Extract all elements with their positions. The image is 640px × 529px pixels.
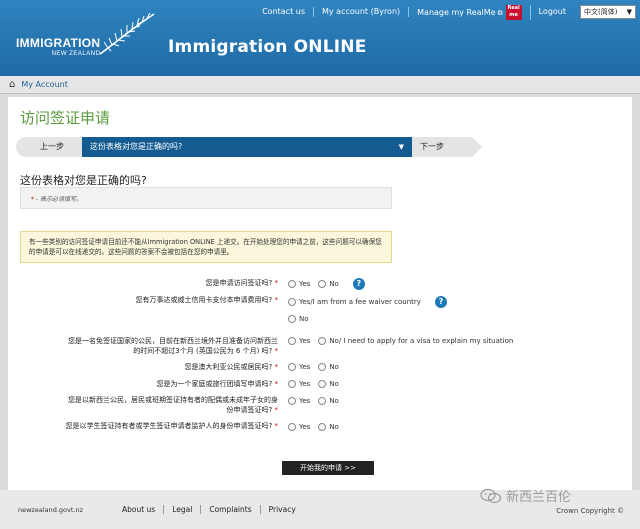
radio-no[interactable]: No xyxy=(288,315,309,323)
question-label: 您是为一个家庭或旅行团填写申请吗? * xyxy=(156,380,278,388)
radio-yes[interactable]: Yes xyxy=(288,363,310,371)
radio-no[interactable]: No xyxy=(318,280,339,288)
help-icon[interactable]: ? xyxy=(434,296,447,308)
account-bar: ⌂ My Account xyxy=(0,76,640,94)
question-options: Yes No/ I need to apply for a visa to ex… xyxy=(288,337,521,345)
step-select[interactable]: 这份表格对您是正确的吗? ▼ xyxy=(82,137,412,157)
question-options: Yes No xyxy=(288,397,347,405)
contact-link[interactable]: Contact us xyxy=(254,7,314,17)
language-select[interactable]: 中文(简体) ▼ xyxy=(580,5,636,19)
question-options: Yes No xyxy=(288,423,347,431)
footer-link-complaints[interactable]: Complaints xyxy=(201,505,261,514)
footer-link-legal[interactable]: Legal xyxy=(164,505,202,514)
footer-link-about[interactable]: About us xyxy=(122,505,165,514)
radio-yes[interactable]: Yes xyxy=(288,423,310,431)
question-label: 您有万事达或威士信用卡支付本申请费用吗? * xyxy=(135,296,278,304)
top-links: Contact us My account (Byron) Manage my … xyxy=(254,3,640,21)
language-value: 中文(简体) xyxy=(584,8,618,16)
question-label: 您是以学生签证持有者或学生签证申请者监护人的身份申请签证吗? * xyxy=(65,422,278,430)
question-label: 您是澳大利亚公民或居民吗? * xyxy=(184,363,278,371)
step-select-value: 这份表格对您是正确的吗? xyxy=(90,142,183,151)
manage-realme-label: Manage my RealMe xyxy=(417,7,496,17)
question-label: 您是申请访问签证吗? * xyxy=(205,279,278,287)
chevron-down-icon: ▼ xyxy=(398,143,404,151)
manage-realme-link[interactable]: Manage my RealMe ⧉Real me xyxy=(409,4,531,20)
required-star: * xyxy=(31,196,34,203)
my-account-link[interactable]: My account (Byron) xyxy=(314,7,410,17)
question-label: 您是一名免签证国家的公民，目前在新西兰境外并且准备访问新西兰的时间不超过3个月 … xyxy=(68,337,278,355)
section-heading: 这份表格对您是正确的吗? xyxy=(20,174,147,187)
question-options: No xyxy=(288,315,317,323)
radio-no[interactable]: No xyxy=(318,423,339,431)
required-note-text: 表示必须填写。 xyxy=(39,196,82,203)
radio-yes[interactable]: Yes xyxy=(288,280,310,288)
chevron-down-icon: ▼ xyxy=(626,8,632,16)
question-options: Yes No ? xyxy=(288,278,365,290)
footer-link-privacy[interactable]: Privacy xyxy=(261,505,304,514)
site-header: Contact us My account (Byron) Manage my … xyxy=(0,0,640,76)
next-step-button[interactable]: 下一步 xyxy=(412,137,482,157)
radio-no[interactable]: No/ I need to apply for a visa to explai… xyxy=(318,337,513,345)
question-options: Yes/I am from a fee waiver country ? xyxy=(288,296,447,308)
radio-yes[interactable]: Yes xyxy=(288,397,310,405)
my-account-breadcrumb[interactable]: My Account xyxy=(21,80,67,89)
footer-links: About us Legal Complaints Privacy xyxy=(122,505,304,514)
radio-no[interactable]: No xyxy=(318,363,339,371)
logo-sub-text: NEW ZEALAND xyxy=(51,51,101,57)
immigration-nz-logo[interactable]: IMMIGRATION NEW ZEALAND xyxy=(16,36,100,57)
radio-no[interactable]: No xyxy=(318,397,339,405)
question-options: Yes No xyxy=(288,380,347,388)
page-title: 访问签证申请 xyxy=(20,109,111,127)
radio-yes[interactable]: Yes/I am from a fee waiver country xyxy=(288,298,421,306)
logo-main-text: IMMIGRATION xyxy=(16,36,101,50)
govt-logo[interactable]: newzealand.govt.nz xyxy=(18,506,83,514)
wechat-icon xyxy=(480,488,502,503)
home-icon[interactable]: ⌂ xyxy=(9,79,15,90)
copyright: Crown Copyright © xyxy=(556,507,624,515)
external-link-icon: ⧉ xyxy=(497,8,503,17)
radio-no[interactable]: No xyxy=(318,380,339,388)
question-options: Yes No xyxy=(288,363,347,371)
watermark-text: 新西兰百伦 xyxy=(506,490,572,505)
help-icon[interactable]: ? xyxy=(352,278,365,290)
question-label: 您是以新西兰公民，居民或班期签证持有者的配偶或未成年子女的身份申请签证吗? * xyxy=(68,396,278,414)
radio-yes[interactable]: Yes xyxy=(288,337,310,345)
start-application-button[interactable]: 开始我的申请 >> xyxy=(282,461,374,475)
watermark: 新西兰百伦 xyxy=(480,486,571,505)
logout-link[interactable]: Logout xyxy=(531,7,574,17)
previous-step-button[interactable]: 上一步 xyxy=(40,137,64,157)
main-panel: 访问签证申请 上一步 这份表格对您是正确的吗? ▼ 下一步 这份表格对您是正确的… xyxy=(8,97,632,490)
radio-yes[interactable]: Yes xyxy=(288,380,310,388)
info-notice: 有一些类别的访问签证申请目前还不能从Immigration ONLINE 上递交… xyxy=(20,231,392,263)
required-note: * - 表示必须填写。 xyxy=(20,187,392,209)
realme-logo: Real me xyxy=(505,4,522,20)
app-title: Immigration ONLINE xyxy=(168,37,367,57)
step-navigation: 上一步 这份表格对您是正确的吗? ▼ 下一步 xyxy=(16,137,482,157)
fern-icon xyxy=(99,12,155,55)
